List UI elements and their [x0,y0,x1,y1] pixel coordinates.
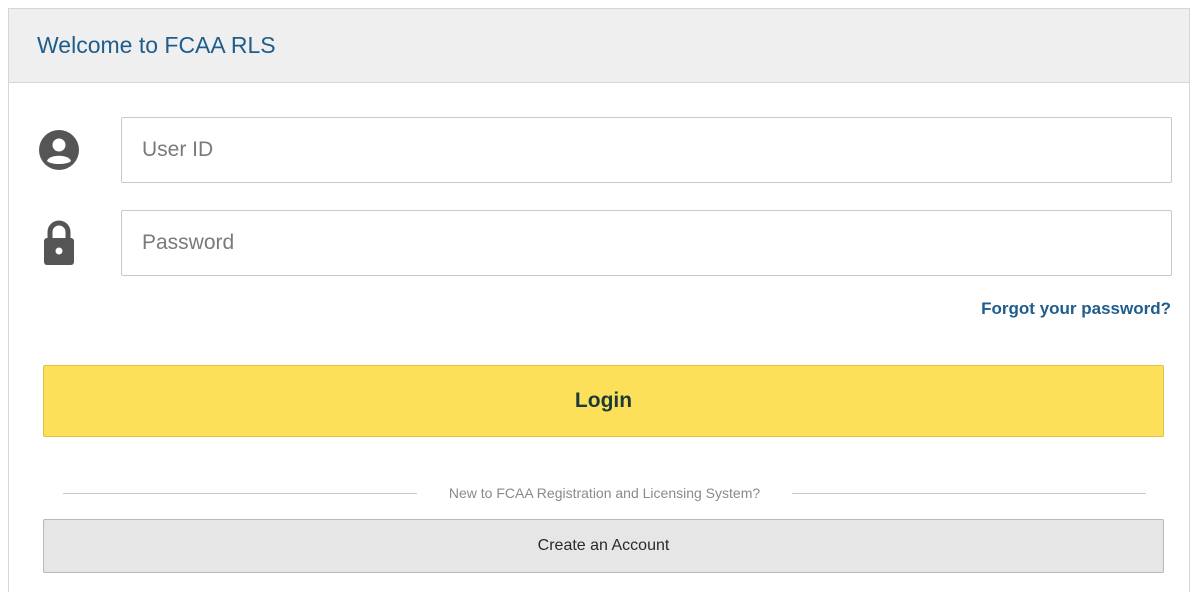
divider-line-right [792,492,1147,494]
user-circle-icon [39,127,79,173]
user-id-input[interactable] [121,117,1172,183]
password-input[interactable] [121,210,1172,276]
new-user-prompt: New to FCAA Registration and Licensing S… [448,485,761,501]
forgot-password-link[interactable]: Forgot your password? [981,299,1171,319]
login-panel: Welcome to FCAA RLS Forgot your password… [8,8,1190,592]
divider-line-left [63,492,417,494]
divider: New to FCAA Registration and Licensing S… [63,481,1147,505]
page-title: Welcome to FCAA RLS [37,32,276,58]
password-row [9,210,1189,276]
create-account-button[interactable]: Create an Account [43,519,1164,573]
lock-icon [39,220,79,266]
user-id-row [9,117,1189,183]
login-button[interactable]: Login [43,365,1164,437]
panel-header: Welcome to FCAA RLS [9,9,1189,83]
